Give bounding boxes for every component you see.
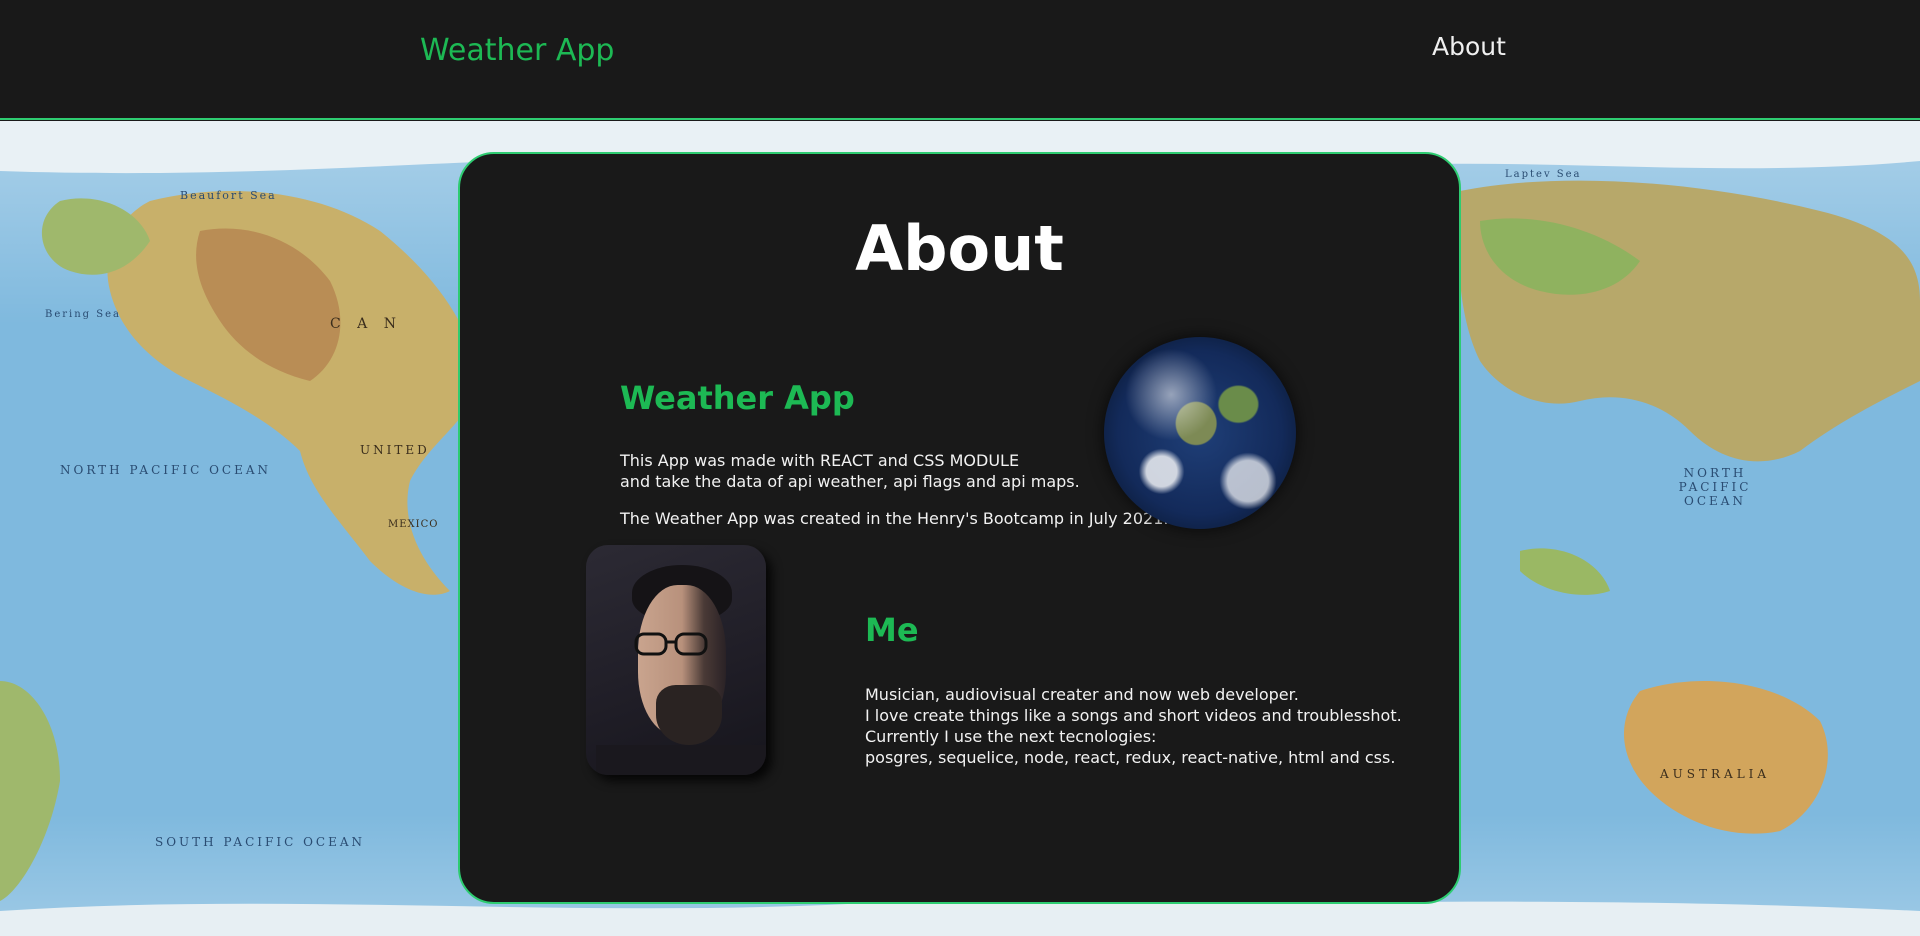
app-description-line: This App was made with REACT and CSS MOD… <box>620 451 1020 470</box>
map-label-bering-sea: Bering Sea <box>45 309 121 320</box>
profile-photo <box>586 545 766 775</box>
map-label-australia: AUSTRALIA <box>1660 767 1771 781</box>
app-description-line: and take the data of api weather, api fl… <box>620 472 1080 491</box>
me-description-line: posgres, sequelice, node, react, redux, … <box>865 748 1396 767</box>
about-card: About Weather App This App was made with… <box>458 152 1461 904</box>
me-section-title: Me <box>865 611 919 649</box>
nav-about-link[interactable]: About <box>1432 32 1506 61</box>
me-description-line: Musician, audiovisual creater and now we… <box>865 685 1299 704</box>
map-label-beaufort-sea: Beaufort Sea <box>180 189 277 202</box>
earth-globe-image <box>1104 337 1296 529</box>
app-section-title: Weather App <box>620 379 855 417</box>
app-created-text: The Weather App was created in the Henry… <box>620 509 1169 528</box>
brand-link[interactable]: Weather App <box>420 33 614 68</box>
me-description-line: Currently I use the next tecnologies: <box>865 727 1157 746</box>
map-label-north-pacific-right: NORTH PACIFIC OCEAN <box>1678 466 1752 508</box>
me-description-line: I love create things like a songs and sh… <box>865 706 1402 725</box>
map-label-united: UNITED <box>360 443 430 457</box>
navbar: Weather App About <box>0 0 1920 120</box>
glasses-shape <box>634 632 708 656</box>
app-section-description: This App was made with REACT and CSS MOD… <box>620 450 1080 492</box>
map-label-mexico: MEXICO <box>388 519 439 530</box>
map-label-canada: C A N <box>330 316 402 332</box>
map-label-laptev-sea: Laptev Sea <box>1505 169 1582 180</box>
me-section-description: Musician, audiovisual creater and now we… <box>865 684 1402 768</box>
map-label-north-pacific-left: NORTH PACIFIC OCEAN <box>60 463 272 477</box>
map-label-south-pacific: SOUTH PACIFIC OCEAN <box>155 835 366 849</box>
page-title: About <box>855 212 1064 285</box>
